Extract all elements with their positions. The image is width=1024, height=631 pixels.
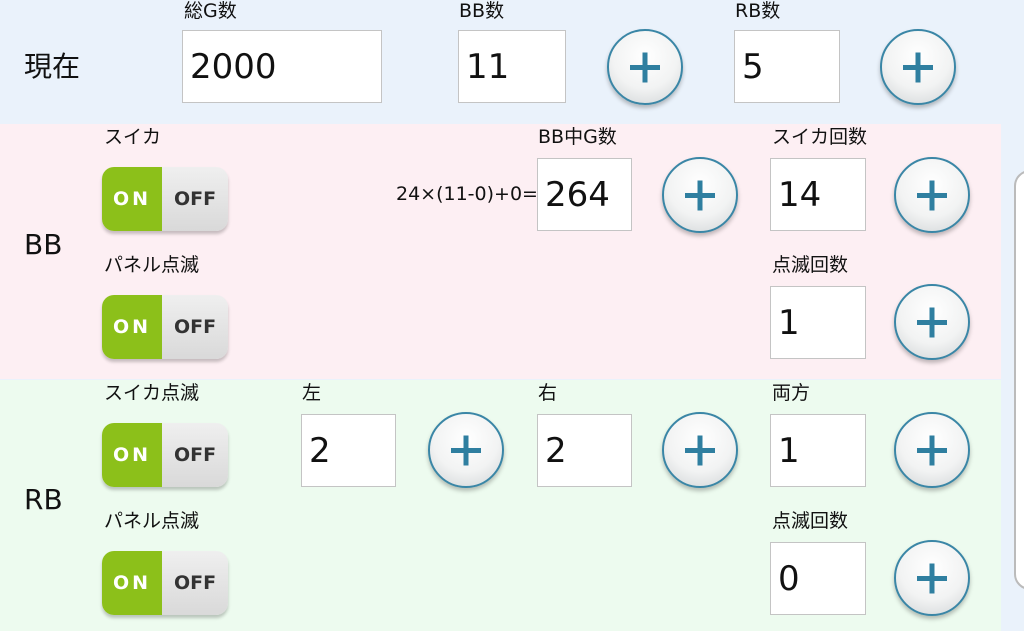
plus-icon xyxy=(917,180,947,211)
bb-count-field[interactable]: 11 xyxy=(458,30,566,103)
rb-section-label: RB xyxy=(24,483,63,516)
side-panel-edge xyxy=(1014,170,1024,590)
bb-count-plus-button[interactable] xyxy=(607,29,683,105)
bb-suika-toggle[interactable]: ON OFF xyxy=(102,167,228,231)
plus-icon xyxy=(685,180,715,211)
rb-panel-toggle[interactable]: ON OFF xyxy=(102,551,228,615)
bb-g-plus-button[interactable] xyxy=(662,157,738,233)
toggle-on-label: ON xyxy=(102,295,162,359)
rb-count-plus-button[interactable] xyxy=(880,29,956,105)
rb-suika-blink-label: スイカ点滅 xyxy=(104,382,200,404)
toggle-off-label: OFF xyxy=(162,551,228,615)
bb-panel-label: パネル点滅 xyxy=(104,254,200,276)
rb-count-label: RB数 xyxy=(735,0,781,22)
bb-count-label: BB数 xyxy=(459,0,505,22)
total-g-label: 総G数 xyxy=(184,0,237,22)
bb-suika-count-field[interactable]: 14 xyxy=(770,158,866,231)
toggle-off-label: OFF xyxy=(162,423,228,487)
bb-suika-count-label: スイカ回数 xyxy=(772,126,868,148)
bb-section-label: BB xyxy=(24,228,63,261)
total-g-field[interactable]: 2000 xyxy=(182,30,382,103)
rb-left-plus-button[interactable] xyxy=(428,412,504,488)
bb-suika-label: スイカ xyxy=(104,126,162,148)
plus-icon xyxy=(917,435,947,466)
rb-right-field[interactable]: 2 xyxy=(537,414,632,487)
rb-both-field[interactable]: 1 xyxy=(770,414,866,487)
bb-suika-count-plus-button[interactable] xyxy=(894,157,970,233)
bb-blink-count-label: 点滅回数 xyxy=(772,254,849,276)
plus-icon xyxy=(917,563,947,594)
plus-icon xyxy=(903,52,933,83)
plus-icon xyxy=(451,435,481,466)
rb-suika-blink-toggle[interactable]: ON OFF xyxy=(102,423,228,487)
rb-blink-count-label: 点滅回数 xyxy=(772,510,849,532)
toggle-on-label: ON xyxy=(102,551,162,615)
toggle-on-label: ON xyxy=(102,423,162,487)
rb-blink-count-field[interactable]: 0 xyxy=(770,542,866,615)
rb-panel-label: パネル点滅 xyxy=(104,510,200,532)
toggle-off-label: OFF xyxy=(162,295,228,359)
current-row-label: 現在 xyxy=(24,50,81,83)
bb-g-label: BB中G数 xyxy=(538,126,617,148)
rb-left-field[interactable]: 2 xyxy=(301,414,396,487)
rb-both-label: 両方 xyxy=(772,382,811,404)
plus-icon xyxy=(685,435,715,466)
rb-blink-count-plus-button[interactable] xyxy=(894,540,970,616)
bb-panel-toggle[interactable]: ON OFF xyxy=(102,295,228,359)
rb-right-plus-button[interactable] xyxy=(662,412,738,488)
bb-g-field[interactable]: 264 xyxy=(537,158,632,231)
toggle-on-label: ON xyxy=(102,167,162,231)
bb-g-formula: 24×(11-0)+0= xyxy=(396,183,538,205)
toggle-off-label: OFF xyxy=(162,167,228,231)
bb-blink-count-plus-button[interactable] xyxy=(894,284,970,360)
plus-icon xyxy=(917,307,947,338)
rb-both-plus-button[interactable] xyxy=(894,412,970,488)
rb-left-label: 左 xyxy=(302,382,322,404)
rb-right-label: 右 xyxy=(538,382,558,404)
plus-icon xyxy=(630,52,660,83)
rb-count-field[interactable]: 5 xyxy=(734,30,840,103)
bb-blink-count-field[interactable]: 1 xyxy=(770,286,866,359)
